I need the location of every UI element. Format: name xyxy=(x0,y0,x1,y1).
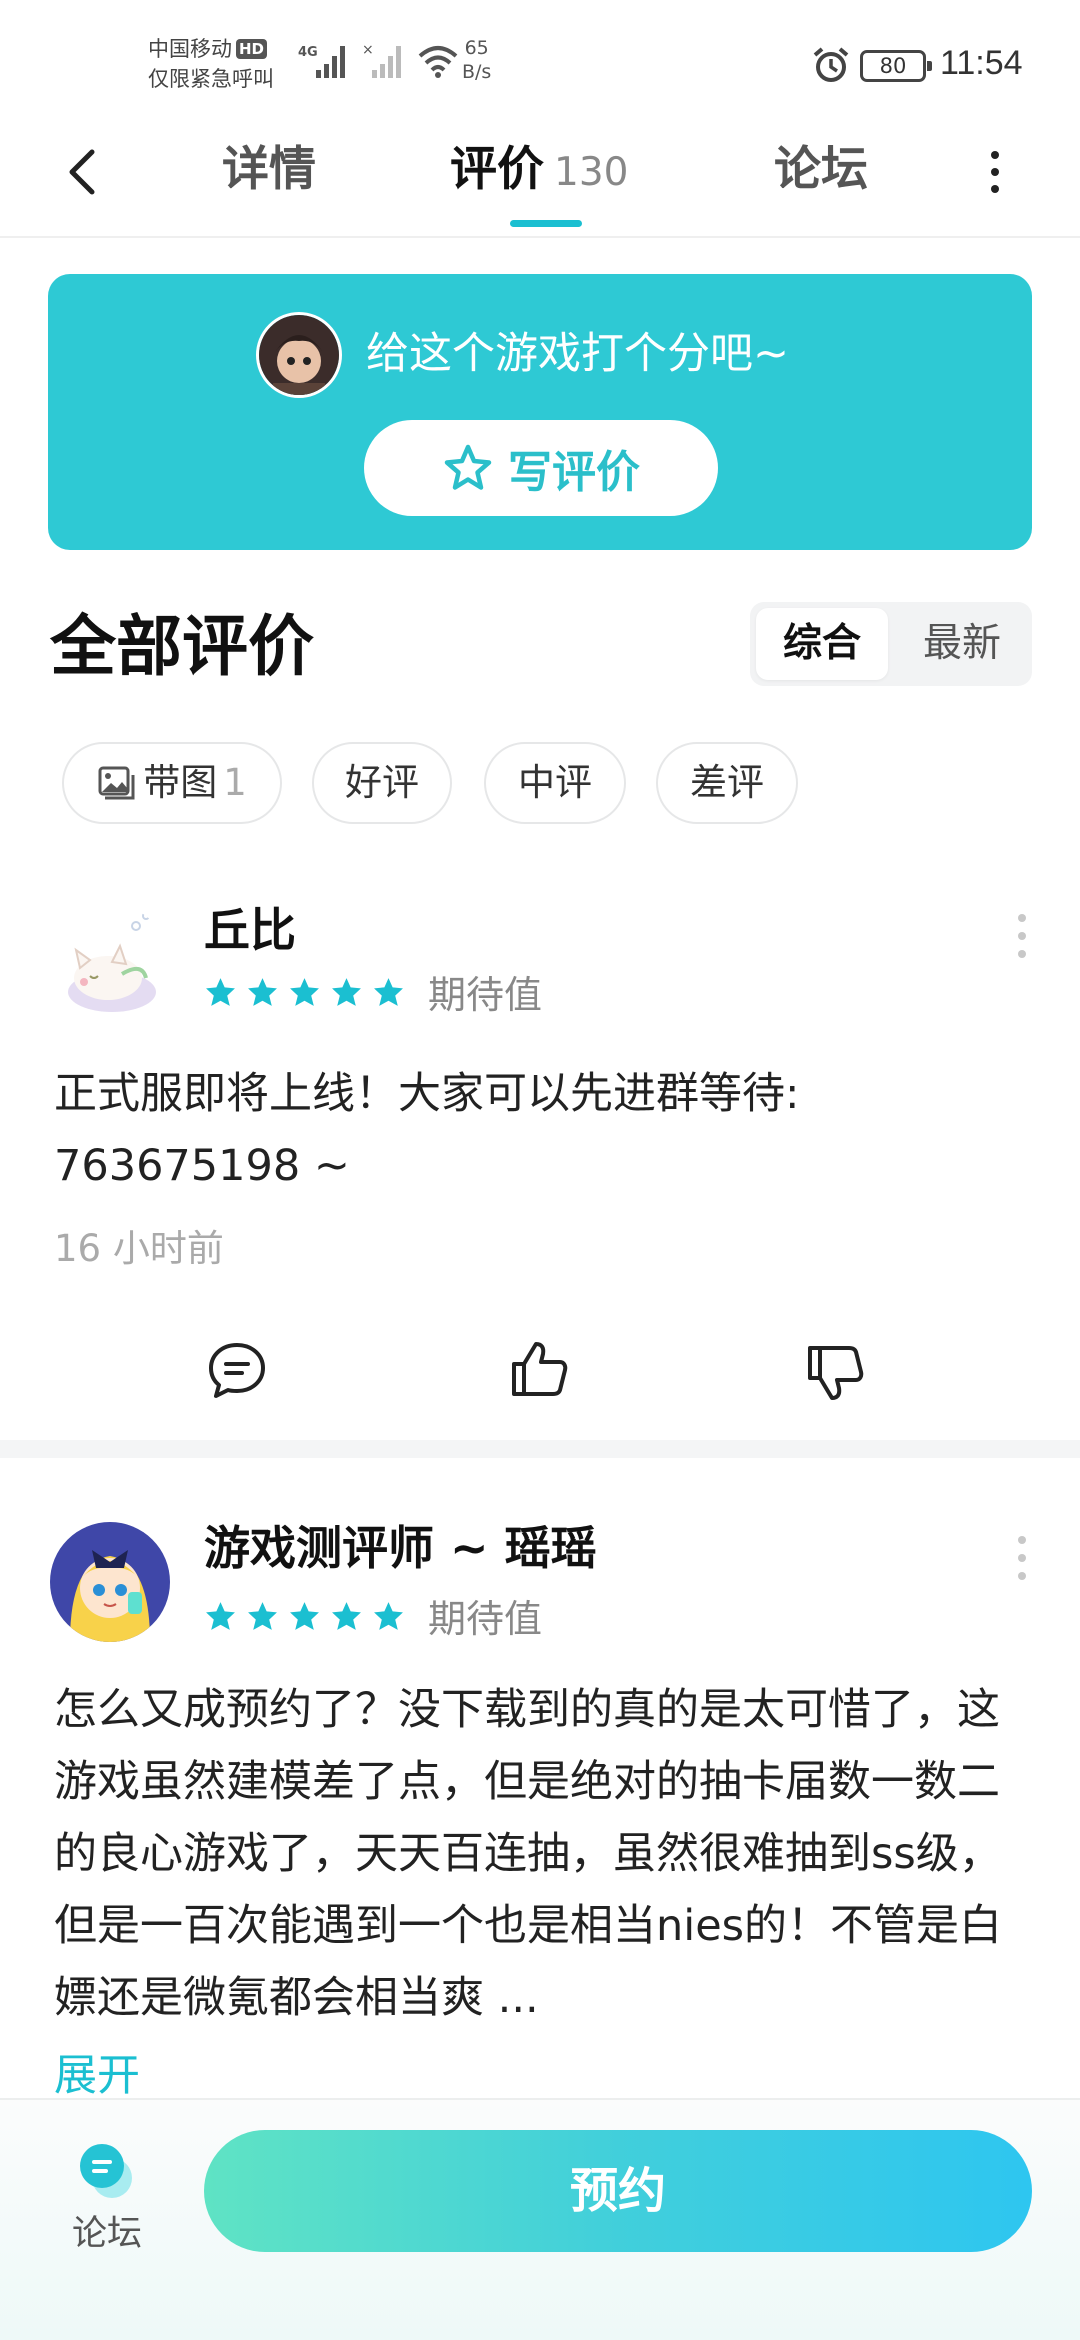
star-filled-icon xyxy=(248,978,277,1006)
tab-details[interactable]: 详情 xyxy=(222,140,316,200)
tab-forum[interactable]: 论坛 xyxy=(774,140,868,200)
star-filled-icon xyxy=(206,978,235,1006)
cat-avatar-icon xyxy=(50,904,170,1024)
bottom-action-bar: 论坛 预约 xyxy=(0,2098,1080,2340)
anime-girl-avatar-icon xyxy=(50,1522,170,1642)
sort-option-latest[interactable]: 最新 xyxy=(896,608,1028,680)
more-options-icon[interactable] xyxy=(980,142,1010,202)
star-filled-icon xyxy=(374,978,403,1006)
star-filled-icon xyxy=(332,978,361,1006)
star-filled-icon xyxy=(374,1602,403,1630)
clock: 11:54 xyxy=(940,44,1023,82)
star-filled-icon xyxy=(290,978,319,1006)
review-content[interactable]: 正式服即将上线！大家可以先进群等待: 763675198 ~ xyxy=(54,1058,1026,1202)
user-avatar xyxy=(256,312,342,398)
sort-toggle: 综合 最新 xyxy=(750,602,1032,686)
speed-unit: B/s xyxy=(462,61,492,83)
signal-icons: 4G × xyxy=(298,40,460,80)
star-outline-icon xyxy=(444,444,492,490)
tab-reviews-label: 评价 xyxy=(450,142,544,197)
network-type: 4G xyxy=(298,45,318,60)
top-navigation: 详情 评价 130 论坛 xyxy=(0,120,1080,238)
rating-tag: 期待值 xyxy=(428,973,543,1017)
write-review-label: 写评价 xyxy=(508,447,640,498)
rate-prompt: 给这个游戏打个分吧~ xyxy=(366,329,790,379)
review-time: 16 小时前 xyxy=(54,1227,224,1270)
star-filled-icon xyxy=(248,1602,277,1630)
svg-text:×: × xyxy=(362,42,374,58)
review-menu-icon[interactable] xyxy=(1012,1536,1032,1580)
back-arrow-icon[interactable] xyxy=(58,142,108,202)
review-menu-icon[interactable] xyxy=(1012,914,1032,958)
review-divider xyxy=(0,1440,1080,1458)
reviewer-avatar[interactable] xyxy=(50,904,170,1024)
signal-no-sim-icon: × xyxy=(362,42,401,78)
status-bar: 中国移动 HD 仅限紧急呼叫 4G × 65 B/s 80 11:54 xyxy=(0,0,1080,120)
forum-chat-icon[interactable] xyxy=(76,2140,138,2202)
thumbs-down-icon[interactable] xyxy=(802,1340,868,1406)
alarm-icon xyxy=(813,47,849,82)
avatar-portrait-icon xyxy=(259,315,339,395)
filter-chip-positive[interactable]: 好评 xyxy=(312,742,452,824)
star-filled-icon xyxy=(332,1602,361,1630)
star-rating xyxy=(204,1600,405,1633)
battery-indicator: 80 xyxy=(860,50,932,82)
reviewer-avatar[interactable] xyxy=(50,1522,170,1642)
write-review-button[interactable]: 写评价 xyxy=(364,420,718,516)
filter-chip-count: 1 xyxy=(223,761,247,804)
hd-badge: HD xyxy=(236,39,268,59)
review-count: 130 xyxy=(554,150,629,195)
thumbs-up-icon[interactable] xyxy=(506,1336,572,1402)
rate-game-banner: 给这个游戏打个分吧~ 写评价 xyxy=(48,274,1032,550)
carrier-info: 中国移动 HD 仅限紧急呼叫 xyxy=(148,34,274,94)
section-title: 全部评价 xyxy=(50,608,314,685)
image-icon xyxy=(98,766,135,800)
emergency-text: 仅限紧急呼叫 xyxy=(148,67,274,91)
tab-reviews[interactable]: 评价 130 xyxy=(450,140,628,203)
star-filled-icon xyxy=(206,1602,235,1630)
review-content[interactable]: 怎么又成预约了？没下载到的真的是太可惜了，这游戏虽然建模差了点，但是绝对的抽卡届… xyxy=(54,1674,1026,2034)
reviewer-name[interactable]: 丘比 xyxy=(204,900,296,960)
speed-value: 65 xyxy=(464,37,489,59)
reserve-button[interactable]: 预约 xyxy=(204,2130,1032,2252)
carrier-name: 中国移动 xyxy=(148,37,232,61)
sort-option-composite[interactable]: 综合 xyxy=(756,608,888,680)
filter-chip-with-image[interactable]: 带图 1 xyxy=(62,742,282,824)
star-filled-icon xyxy=(290,1602,319,1630)
comment-icon[interactable] xyxy=(204,1338,270,1404)
reviewer-name[interactable]: 游戏测评师 ~ 瑶瑶 xyxy=(204,1518,597,1578)
network-speed: 65 B/s xyxy=(462,36,491,84)
filter-chip-negative[interactable]: 差评 xyxy=(656,742,798,824)
rating-tag: 期待值 xyxy=(428,1597,543,1641)
filter-chip-neutral[interactable]: 中评 xyxy=(484,742,626,824)
forum-label[interactable]: 论坛 xyxy=(72,2210,142,2258)
filter-chip-label: 带图 xyxy=(143,761,218,804)
star-rating xyxy=(204,976,405,1009)
wifi-icon xyxy=(418,46,458,78)
signal-4g-icon: 4G xyxy=(298,45,345,78)
active-tab-indicator xyxy=(510,220,582,227)
